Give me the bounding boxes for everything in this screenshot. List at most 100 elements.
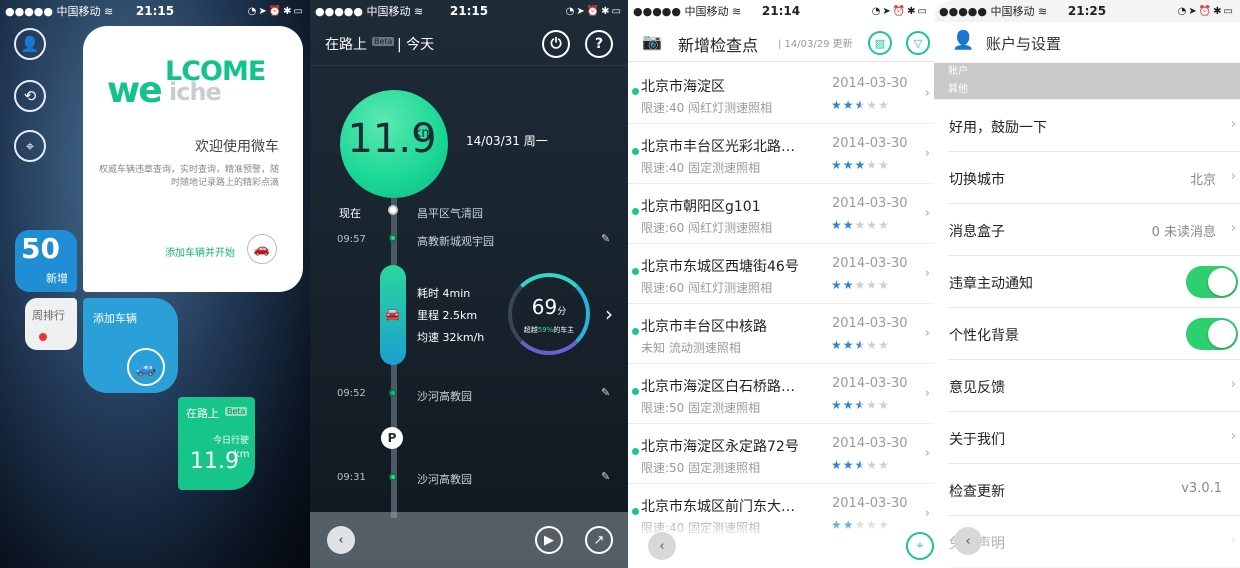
settings-row[interactable]: 检查更新 v3.0.1 xyxy=(948,464,1240,516)
checkpoint-place: 北京市朝阳区g101 xyxy=(641,199,761,215)
checkpoint-detail: 未知 流动测速照相 xyxy=(641,341,741,355)
settings-row[interactable]: 好用，鼓励一下 › xyxy=(948,100,1240,152)
car-icon[interactable]: 🚗 xyxy=(247,234,277,264)
star-icon: ★ xyxy=(854,278,867,292)
help-icon[interactable]: ? xyxy=(585,30,613,58)
star-icon: ★ xyxy=(866,398,879,412)
settings-row[interactable]: 消息盒子 0 未读消息 › xyxy=(948,204,1240,256)
star-icon: ★ xyxy=(866,218,879,232)
checkpoint-place: 北京市海淀区 xyxy=(641,79,725,95)
logo-text: iche xyxy=(169,78,222,106)
checkpoint-place: 北京市丰台区光彩北路… xyxy=(641,139,795,155)
settings-row[interactable]: 切换城市 北京 › xyxy=(948,152,1240,204)
weekly-rank-tile[interactable]: 周排行 xyxy=(25,298,77,350)
logo-text: we xyxy=(107,70,163,111)
star-icon: ★ xyxy=(878,218,890,232)
checkpoint-row[interactable]: 北京市丰台区中核路 未知 流动测速照相 2014-03-30 ★★★★★ › xyxy=(628,304,934,364)
location-pin-icon[interactable]: ⌖ xyxy=(14,130,46,162)
clock: 21:14 xyxy=(761,4,801,18)
back-icon[interactable]: ‹ xyxy=(327,526,355,554)
timeline-dot xyxy=(389,389,397,397)
checkpoint-place: 北京市海淀区白石桥路… xyxy=(641,379,795,395)
image-icon[interactable]: ▨ xyxy=(868,31,892,55)
beta-badge: Beta xyxy=(372,37,395,46)
checkpoint-place: 北京市东城区前门东大… xyxy=(641,499,795,515)
checkpoint-date: 2014-03-30 xyxy=(832,496,908,511)
checkpoint-row[interactable]: 北京市东城区西塘街46号 限速:60 闯红灯测速照相 2014-03-30 ★★★★★… xyxy=(628,244,934,304)
share-icon[interactable]: ↗ xyxy=(585,526,613,554)
chevron-right-icon[interactable]: › xyxy=(605,302,613,326)
trip-period[interactable]: | 今天 xyxy=(397,34,434,54)
settings-row[interactable]: 违章主动通知 xyxy=(948,256,1240,308)
status-bar: ●●●●● 中国移动 ≋ 21:25 ◔➤⏰✱▭ xyxy=(934,0,1240,22)
power-icon[interactable]: ⏻ xyxy=(542,30,570,58)
section-account: 账户 xyxy=(934,63,1240,81)
checkpoint-row[interactable]: 北京市海淀区白石桥路… 限速:50 固定测速照相 2014-03-30 ★★★★★ › xyxy=(628,364,934,424)
settings-row[interactable]: 关于我们 › xyxy=(948,412,1240,464)
bullet-dot xyxy=(632,208,639,215)
filter-icon[interactable]: ▽ xyxy=(906,31,930,55)
checkpoint-row[interactable]: 北京市海淀区永定路72号 限速:50 固定测速照相 2014-03-30 ★★★★★ › xyxy=(628,424,934,484)
star-icon: ★ xyxy=(866,338,879,352)
checkpoint-row[interactable]: 北京市海淀区 限速:40 闯红灯测速照相 2014-03-30 ★★★★★ › xyxy=(628,64,934,124)
add-vehicle-start-link[interactable]: 添加车辆并开始 xyxy=(165,244,235,259)
chevron-right-icon: › xyxy=(1230,221,1236,236)
edit-icon[interactable]: ✎ xyxy=(601,470,610,483)
welcome-card: LCOME we iche 欢迎使用微车 权威车辆违章查询，实时查询，精准预警，… xyxy=(83,26,303,292)
rating-stars: ★★★★★ xyxy=(831,338,890,352)
clock: 21:15 xyxy=(135,4,175,18)
score-ring[interactable]: 69分 超越59%的车主 xyxy=(508,273,590,355)
star-icon: ★ xyxy=(831,218,843,232)
checkpoints-screen: ●●●●● 中国移动 ≋ 21:14 ◔➤⏰✱▭ 📷 新增检查点 | 14/03… xyxy=(628,0,934,568)
refresh-icon[interactable]: ⟲ xyxy=(14,80,46,112)
chevron-right-icon: › xyxy=(924,266,930,281)
chevron-right-icon: › xyxy=(1230,169,1236,184)
checkpoint-row[interactable]: 北京市丰台区光彩北路… 限速:40 固定测速照相 2014-03-30 ★★★★★ › xyxy=(628,124,934,184)
trip-distance-unit: km xyxy=(413,126,434,141)
star-icon: ★ xyxy=(878,98,890,112)
back-icon[interactable]: ‹ xyxy=(648,532,676,560)
star-icon: ★ xyxy=(842,278,855,292)
settings-row[interactable]: 意见反馈 › xyxy=(948,360,1240,412)
settings-label: 切换城市 xyxy=(949,172,1005,188)
person-icon[interactable]: 👤 xyxy=(14,28,46,60)
chevron-right-icon: › xyxy=(924,446,930,461)
edit-icon[interactable]: ✎ xyxy=(601,232,610,245)
segment-speed: 均速 32km/h xyxy=(417,331,485,344)
chevron-right-icon: › xyxy=(1230,533,1236,548)
toggle-switch[interactable] xyxy=(1186,318,1238,350)
star-icon: ★ xyxy=(878,398,890,412)
time-label: 09:52 xyxy=(337,388,366,399)
toggle-switch[interactable] xyxy=(1186,266,1238,298)
checkpoint-row[interactable]: 北京市朝阳区g101 限速:60 闯红灯测速照相 2014-03-30 ★★★★★ › xyxy=(628,184,934,244)
settings-row[interactable]: 个性化背景 xyxy=(948,308,1240,360)
segment-capsule[interactable]: 🚘 xyxy=(380,265,406,365)
edit-icon[interactable]: ✎ xyxy=(601,386,610,399)
on-road-tile[interactable]: 在路上 Beta 今日行驶 11.9 km xyxy=(178,397,255,490)
star-icon: ★ xyxy=(866,158,879,172)
status-bar: ●●●●● 中国移动 ≋ 21:15 ◔➤⏰✱▭ xyxy=(0,0,310,22)
checkpoint-detail: 限速:40 闯红灯测速照相 xyxy=(641,101,773,115)
video-icon[interactable]: ▶ xyxy=(535,526,563,554)
checkpoints-title: 新增检查点 xyxy=(678,36,759,55)
place-label: 高教新城观宇园 xyxy=(417,235,494,248)
settings-label: 检查更新 xyxy=(949,484,1005,500)
star-icon: ★ xyxy=(831,458,843,472)
add-vehicle-label: 添加车辆 xyxy=(93,312,137,325)
trip-footer: ‹ ▶ ↗ xyxy=(310,512,628,568)
checkpoint-date: 2014-03-30 xyxy=(832,376,908,391)
settings-row[interactable]: 免责声明› xyxy=(948,516,1240,568)
star-icon: ★ xyxy=(878,338,890,352)
add-vehicle-tile[interactable]: 添加车辆 🚙 xyxy=(83,298,178,393)
checkpoint-date: 2014-03-30 xyxy=(832,436,908,451)
new-count-tile[interactable]: 50 新增 xyxy=(15,230,77,292)
camera-icon: 📷 xyxy=(642,32,662,51)
map-icon[interactable]: ⌖ xyxy=(906,532,934,560)
checkpoint-detail: 限速:40 固定测速照相 xyxy=(641,161,761,175)
checkpoint-date: 2014-03-30 xyxy=(832,256,908,271)
bullet-dot xyxy=(632,508,639,515)
back-icon[interactable]: ‹ xyxy=(954,527,982,555)
star-icon: ★ xyxy=(831,98,843,112)
settings-title: 账户与设置 xyxy=(986,35,1062,53)
settings-value: 0 未读消息 xyxy=(1151,225,1216,240)
